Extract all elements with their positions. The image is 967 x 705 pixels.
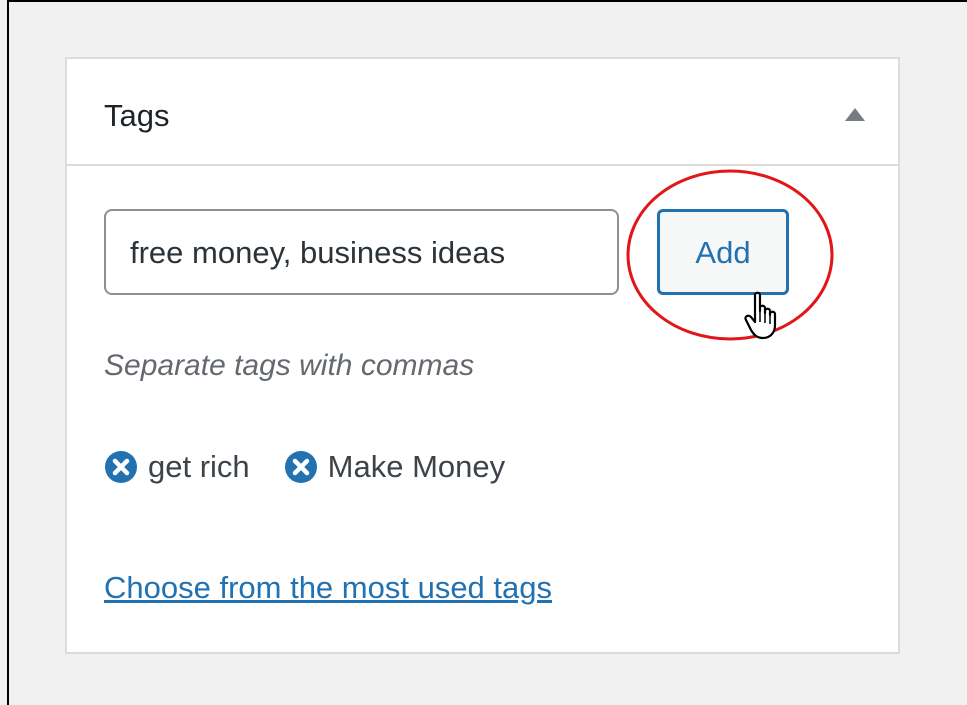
remove-tag-button[interactable]: [104, 450, 138, 484]
remove-tag-icon: [284, 451, 317, 483]
tag-item: get rich: [104, 448, 250, 486]
tag-label: get rich: [148, 449, 250, 484]
most-used-tags-link[interactable]: Choose from the most used tags: [104, 569, 552, 607]
tag-input-value: free money, business ideas: [130, 235, 506, 270]
remove-tag-button[interactable]: [284, 450, 318, 484]
tag-label: Make Money: [327, 449, 506, 484]
panel-title: Tags: [104, 98, 170, 133]
tags-panel: Tags free money, business ideas Add Sepa…: [65, 57, 900, 654]
remove-tag-icon: [105, 451, 137, 483]
tag-input[interactable]: free money, business ideas: [104, 209, 619, 295]
tag-item: Make Money: [284, 448, 505, 486]
panel-header: Tags: [67, 59, 898, 166]
panel-toggle-button[interactable]: [840, 99, 870, 129]
separate-tags-hint: Separate tags with commas: [104, 349, 475, 382]
triangle-up-icon: [845, 108, 865, 121]
hand-pointer-icon: [744, 291, 777, 340]
add-button[interactable]: Add: [657, 209, 789, 295]
frame-border-top: [7, 0, 967, 2]
tag-list: get rich Make Money: [104, 447, 539, 487]
frame-border-left: [7, 0, 9, 705]
